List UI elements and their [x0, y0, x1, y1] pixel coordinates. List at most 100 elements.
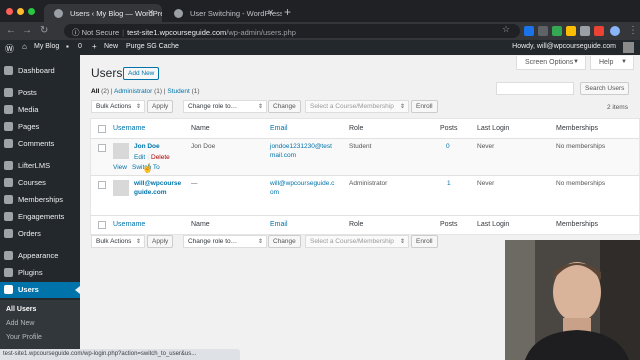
engagements-icon: [4, 212, 13, 221]
sidebar-item-users[interactable]: Users: [0, 282, 80, 298]
url-host: test-site1.wpcourseguide.com: [127, 28, 227, 37]
chevron-down-icon: ⇕: [399, 104, 405, 110]
comments-icon[interactable]: ▪: [66, 42, 69, 51]
memberships: No memberships: [556, 180, 606, 187]
column-name: Name: [191, 125, 210, 132]
purge-cache-button[interactable]: Purge SG Cache: [126, 43, 179, 50]
chevron-down-icon: ▼: [573, 59, 579, 65]
info-icon[interactable]: ⓘ: [72, 28, 82, 37]
forward-icon[interactable]: →: [22, 25, 32, 36]
chevron-down-icon: ⇕: [257, 239, 263, 245]
filter-administrator[interactable]: Administrator: [114, 88, 152, 95]
post-count[interactable]: 1: [447, 179, 451, 188]
menu-icon[interactable]: ⋮: [628, 25, 638, 36]
sidebar-item-posts[interactable]: Posts: [0, 85, 80, 101]
chevron-down-icon: ⇕: [257, 104, 263, 110]
extension-icon[interactable]: [538, 26, 548, 36]
apply-button[interactable]: Apply: [147, 235, 174, 248]
sidebar-item-lifterlms[interactable]: LifterLMS: [0, 158, 80, 174]
users-icon: [4, 285, 13, 294]
browser-tab-user-switching[interactable]: User Switching - WordPress p ✕: [164, 4, 282, 22]
profile-icon[interactable]: [610, 26, 620, 36]
address-bar[interactable]: ⓘ Not Secure | test-site1.wpcourseguide.co…: [64, 24, 520, 38]
column-name: Name: [191, 221, 210, 228]
chevron-down-icon: ⇕: [135, 239, 141, 245]
sidebar-item-pages[interactable]: Pages: [0, 119, 80, 135]
change-role-button[interactable]: Change: [268, 235, 301, 248]
chevron-down-icon: ⇕: [399, 239, 405, 245]
enroll-button[interactable]: Enroll: [411, 235, 438, 248]
column-memberships: Memberships: [556, 125, 599, 132]
filter-all[interactable]: All: [91, 88, 99, 95]
new-menu[interactable]: New: [104, 43, 118, 50]
change-role-select[interactable]: Change role to… ⇕: [183, 100, 267, 113]
column-username[interactable]: Username: [113, 125, 145, 132]
wordpress-logo-icon[interactable]: Ⓦ: [5, 42, 14, 55]
comments-count[interactable]: 0: [78, 43, 82, 50]
email-link[interactable]: will@wpcourseguide.c om: [270, 179, 334, 197]
brush-icon: [4, 251, 13, 260]
back-icon[interactable]: ←: [6, 25, 16, 36]
edit-link[interactable]: Edit: [134, 154, 145, 161]
email-link[interactable]: jondoe1231230@test mail.com: [270, 142, 332, 160]
row-checkbox[interactable]: [98, 181, 106, 189]
course-membership-select[interactable]: Select a Course/Membership ⇕: [305, 235, 409, 248]
bulk-actions-select[interactable]: Bulk Actions ⇕: [91, 235, 145, 248]
screen-options-tab[interactable]: Screen Options ▼: [516, 56, 586, 70]
search-input[interactable]: [496, 82, 574, 95]
sidebar-item-comments[interactable]: Comments: [0, 136, 80, 152]
delete-link[interactable]: Delete: [151, 154, 170, 161]
sidebar-item-memberships[interactable]: Memberships: [0, 192, 80, 208]
column-email[interactable]: Email: [270, 125, 288, 132]
add-new-user-button[interactable]: Add New: [123, 67, 160, 80]
apply-button[interactable]: Apply: [147, 100, 174, 113]
reload-icon[interactable]: ↻: [40, 25, 48, 36]
avatar[interactable]: [623, 42, 634, 53]
search-users-button[interactable]: Search Users: [580, 82, 630, 95]
help-tab[interactable]: Help ▼: [590, 56, 634, 70]
bookmark-star-icon[interactable]: ☆: [502, 24, 510, 35]
column-email[interactable]: Email: [270, 221, 288, 228]
close-window-button[interactable]: [6, 8, 13, 15]
username-link[interactable]: Jon Doe: [134, 142, 160, 151]
browser-tab-users[interactable]: Users ‹ My Blog — WordPress ✕: [44, 4, 162, 22]
extension-icon[interactable]: [552, 26, 562, 36]
howdy-account-menu[interactable]: Howdy, will@wpcourseguide.com: [512, 43, 616, 50]
change-role-button[interactable]: Change: [268, 100, 301, 113]
course-membership-select[interactable]: Select a Course/Membership ⇕: [305, 100, 409, 113]
site-name-link[interactable]: My Blog: [34, 43, 59, 50]
sidebar-item-appearance[interactable]: Appearance: [0, 248, 80, 264]
plugin-icon: [4, 268, 13, 277]
extension-icon[interactable]: [524, 26, 534, 36]
close-tab-icon[interactable]: ✕: [267, 8, 274, 17]
post-count[interactable]: 0: [446, 142, 450, 151]
select-all-checkbox[interactable]: [98, 221, 106, 229]
minimize-window-button[interactable]: [17, 8, 24, 15]
sidebar-item-dashboard[interactable]: Dashboard: [0, 63, 80, 79]
extension-icon[interactable]: [566, 26, 576, 36]
extension-icon[interactable]: [594, 26, 604, 36]
column-username[interactable]: Username: [113, 221, 145, 228]
sidebar-item-plugins[interactable]: Plugins: [0, 265, 80, 281]
view-link[interactable]: View: [113, 164, 127, 171]
enroll-button[interactable]: Enroll: [411, 100, 438, 113]
sidebar-item-orders[interactable]: Orders: [0, 226, 80, 242]
submenu-your-profile[interactable]: Your Profile: [6, 334, 42, 341]
submenu-all-users[interactable]: All Users: [6, 306, 36, 313]
sidebar-item-engagements[interactable]: Engagements: [0, 209, 80, 225]
close-tab-icon[interactable]: ✕: [147, 8, 154, 17]
submenu-add-new[interactable]: Add New: [6, 320, 34, 327]
select-all-checkbox[interactable]: [98, 125, 106, 133]
filter-student[interactable]: Student: [167, 88, 189, 95]
maximize-window-button[interactable]: [28, 8, 35, 15]
username-link[interactable]: will@wpcourse guide.com: [134, 179, 181, 197]
change-role-select[interactable]: Change role to… ⇕: [183, 235, 267, 248]
row-checkbox[interactable]: [98, 144, 106, 152]
bulk-actions-select[interactable]: Bulk Actions ⇕: [91, 100, 145, 113]
extension-icon[interactable]: [580, 26, 590, 36]
new-tab-icon[interactable]: +: [284, 5, 291, 19]
sidebar-item-media[interactable]: Media: [0, 102, 80, 118]
column-posts: Posts: [440, 221, 458, 228]
home-icon: ⌂: [22, 42, 27, 51]
sidebar-item-courses[interactable]: Courses: [0, 175, 80, 191]
